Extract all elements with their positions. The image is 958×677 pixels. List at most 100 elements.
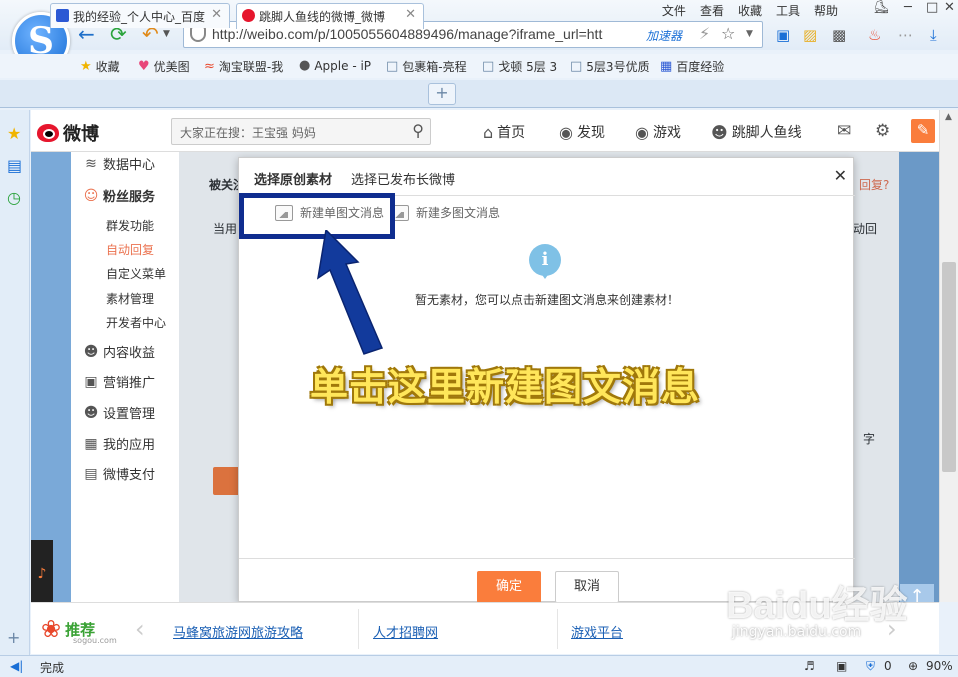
tab-published-long-weibo[interactable]: 选择已发布长微博 bbox=[351, 169, 455, 188]
status-bar: ◀| 完成 ♬ ▣ ⛨ 0 ⊕ 90% bbox=[0, 655, 958, 677]
music-note-icon: ♪ bbox=[37, 566, 47, 582]
compass-icon: ◉ bbox=[559, 122, 573, 142]
download-icon[interactable]: ⤓ bbox=[930, 26, 937, 44]
scroll-thumb[interactable] bbox=[942, 262, 956, 472]
maximize-icon[interactable]: □ bbox=[926, 0, 938, 15]
close-icon[interactable]: ✕ bbox=[834, 166, 847, 185]
chart-icon: ≋ bbox=[85, 155, 97, 172]
close-tab-icon[interactable]: ✕ bbox=[211, 7, 222, 22]
music-strip[interactable]: ♪ bbox=[31, 540, 53, 602]
edit-icon: ✎ bbox=[916, 121, 930, 139]
submenu-materials[interactable]: 素材管理 bbox=[106, 290, 154, 307]
page-scrollbar[interactable]: ▲ bbox=[939, 110, 958, 602]
nav-user[interactable]: ☻ 跳脚人鱼线 bbox=[711, 122, 802, 142]
nav-discover[interactable]: ◉ 发现 bbox=[559, 122, 605, 142]
browser-sidebar: ★ ▤ ◷ + bbox=[0, 110, 30, 655]
sidebar-add-icon[interactable]: + bbox=[7, 628, 20, 647]
weibo-search-input[interactable]: 大家正在搜：王宝强 妈妈 ⚲ bbox=[171, 118, 431, 145]
close-tab-icon[interactable]: ✕ bbox=[405, 7, 416, 22]
accelerator-label[interactable]: 加速器 bbox=[646, 27, 682, 44]
bookmark-baidu-jingyan[interactable]: ▦ 百度经验 bbox=[660, 58, 724, 75]
divider bbox=[557, 609, 558, 649]
bookmark-5f[interactable]: □ 5层3号优质 bbox=[570, 58, 650, 75]
mail-icon[interactable]: ✉ bbox=[837, 121, 851, 141]
notes-ext-icon[interactable]: ▨ bbox=[803, 26, 817, 44]
confirm-button[interactable]: 确定 bbox=[477, 571, 541, 602]
address-dropdown-icon[interactable]: ▼ bbox=[746, 29, 753, 39]
submenu-custom-menu[interactable]: 自定义菜单 bbox=[106, 265, 166, 282]
bookmark-favorites[interactable]: ★ 收藏 bbox=[80, 58, 120, 75]
recommend-link-games[interactable]: 游戏平台 bbox=[571, 622, 623, 641]
app-ext-icon[interactable]: ♨ bbox=[868, 26, 881, 44]
zoom-icon[interactable]: ⊕ bbox=[908, 659, 918, 673]
reader-icon[interactable]: ▤ bbox=[7, 156, 22, 175]
tab-weibo[interactable]: 跳脚人鱼线的微博_微博 ✕ bbox=[236, 3, 424, 29]
submenu-developer[interactable]: 开发者中心 bbox=[106, 314, 166, 331]
lightning-icon[interactable]: ⚡ bbox=[699, 24, 710, 43]
menu-marketing[interactable]: ▣ 营销推广 bbox=[83, 372, 155, 392]
menu-data-center[interactable]: ≋ 数据中心 bbox=[83, 154, 155, 174]
star-icon[interactable]: ☆ bbox=[721, 24, 735, 43]
new-tab-button[interactable]: + bbox=[428, 83, 456, 105]
menu-file[interactable]: 文件 bbox=[662, 2, 686, 19]
menu-my-apps[interactable]: ▦ 我的应用 bbox=[83, 434, 155, 454]
blocked-count: 0 bbox=[884, 659, 892, 673]
bookmark-youmeitu[interactable]: ♥ 优美图 bbox=[138, 58, 190, 75]
nav-game[interactable]: ◉ 游戏 bbox=[635, 122, 681, 142]
more-ext-icon[interactable]: ⋯ bbox=[898, 26, 913, 44]
menu-help[interactable]: 帮助 bbox=[814, 2, 838, 19]
menu-weibo-pay[interactable]: ▤ 微博支付 bbox=[83, 464, 155, 484]
sogou-flower-icon: ❀ bbox=[41, 615, 62, 643]
history-clock-icon[interactable]: ◷ bbox=[7, 188, 21, 207]
menu-favorites[interactable]: 收藏 bbox=[738, 2, 762, 19]
recommend-link-jobs[interactable]: 人才招聘网 bbox=[373, 622, 438, 641]
bookmark-package[interactable]: □ 包裹箱-亮程 bbox=[386, 58, 467, 75]
new-multi-article-button[interactable]: 新建多图文消息 bbox=[391, 204, 500, 221]
fans-icon: ☺ bbox=[83, 187, 99, 204]
menu-tools[interactable]: 工具 bbox=[776, 2, 800, 19]
settings-gear-icon[interactable]: ⚙ bbox=[875, 121, 890, 141]
shield-icon[interactable]: ⛨ bbox=[866, 659, 875, 674]
bookmarks-bar: ★ 收藏 ♥ 优美图 ≈ 淘宝联盟-我 ● Apple - iP □ 包裹箱-亮程 □ 戈顿… bbox=[0, 54, 958, 78]
scroll-up-icon[interactable]: ▲ bbox=[945, 112, 952, 122]
star-icon: ★ bbox=[80, 59, 92, 74]
bookmark-apple[interactable]: ● Apple - iP bbox=[299, 58, 371, 73]
baidu-jingyan-watermark: Baidu经验 jingyan.baidu.com bbox=[726, 585, 908, 640]
grid-icon: ▦ bbox=[84, 435, 98, 452]
page-icon: □ bbox=[386, 59, 399, 74]
submenu-broadcast[interactable]: 群发功能 bbox=[106, 217, 154, 234]
search-icon[interactable]: ⚲ bbox=[412, 121, 424, 140]
weibo-eye-icon bbox=[37, 124, 59, 142]
nav-home[interactable]: ⌂ 首页 bbox=[483, 122, 525, 142]
close-window-icon[interactable]: ✕ bbox=[944, 0, 955, 15]
compose-button[interactable]: ✎ bbox=[911, 119, 935, 143]
bookmark-taobao[interactable]: ≈ 淘宝联盟-我 bbox=[204, 58, 283, 75]
management-menu: ≋ 数据中心 ☺ 粉丝服务 群发功能 自动回复 自定义菜单 素材管理 开发者中心 ☻… bbox=[71, 152, 181, 602]
volume-icon[interactable]: ♬ bbox=[804, 659, 815, 673]
minimize-icon[interactable]: ─ bbox=[904, 0, 912, 15]
menu-view[interactable]: 查看 bbox=[700, 2, 724, 19]
recommend-link-mafengwo[interactable]: 马蜂窝旅游网旅游攻略 bbox=[173, 622, 303, 641]
screenshot-icon[interactable]: ▣ bbox=[836, 659, 847, 673]
favorites-star-icon[interactable]: ★ bbox=[7, 124, 21, 143]
menu-content-income[interactable]: ☻ 内容收益 bbox=[83, 342, 155, 362]
weibo-icon bbox=[242, 9, 255, 22]
bookmark-gedun[interactable]: □ 戈顿 5层 3 bbox=[482, 58, 557, 75]
submenu-auto-reply[interactable]: 自动回复 bbox=[106, 241, 154, 258]
chevron-left-icon[interactable]: ‹ bbox=[135, 615, 145, 643]
tab-original-material[interactable]: 选择原创素材 bbox=[254, 169, 333, 196]
screenshot-ext-icon[interactable]: ▩ bbox=[832, 26, 846, 44]
zoom-level[interactable]: 90% bbox=[926, 659, 953, 673]
menu-fans-service[interactable]: ☺ 粉丝服务 bbox=[83, 186, 155, 206]
taobao-icon: ≈ bbox=[204, 59, 215, 74]
status-text: 完成 bbox=[40, 661, 65, 675]
menu-settings[interactable]: ☻ 设置管理 bbox=[83, 403, 155, 423]
skin-icon[interactable]: ⛸ bbox=[873, 0, 890, 15]
sidebar-toggle-icon[interactable]: ◀| bbox=[10, 659, 23, 673]
sogou-source: sogou.com bbox=[73, 636, 117, 645]
search-ext-icon[interactable]: ▣ bbox=[776, 26, 790, 44]
cancel-button[interactable]: 取消 bbox=[555, 571, 619, 602]
weibo-logo[interactable]: 微博 bbox=[37, 120, 99, 146]
page-icon: □ bbox=[482, 59, 495, 74]
tab-baidu-jingyan[interactable]: 我的经验_个人中心_百度 ✕ bbox=[50, 3, 230, 28]
